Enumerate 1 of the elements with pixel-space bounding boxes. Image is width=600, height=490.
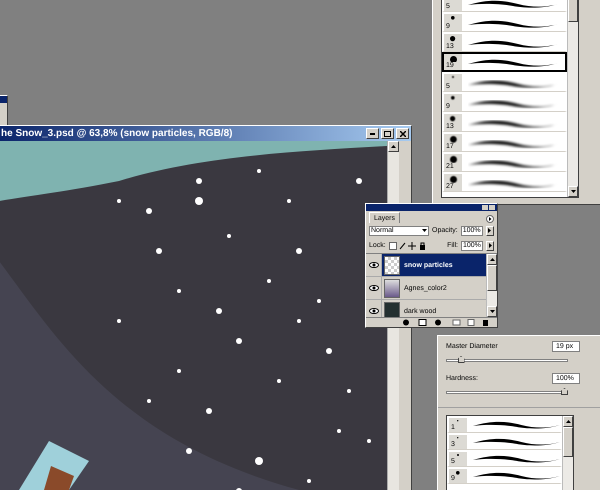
- window-title: he Snow_3.psd @ 63,8% (snow particles, RGB/8): [1, 128, 234, 139]
